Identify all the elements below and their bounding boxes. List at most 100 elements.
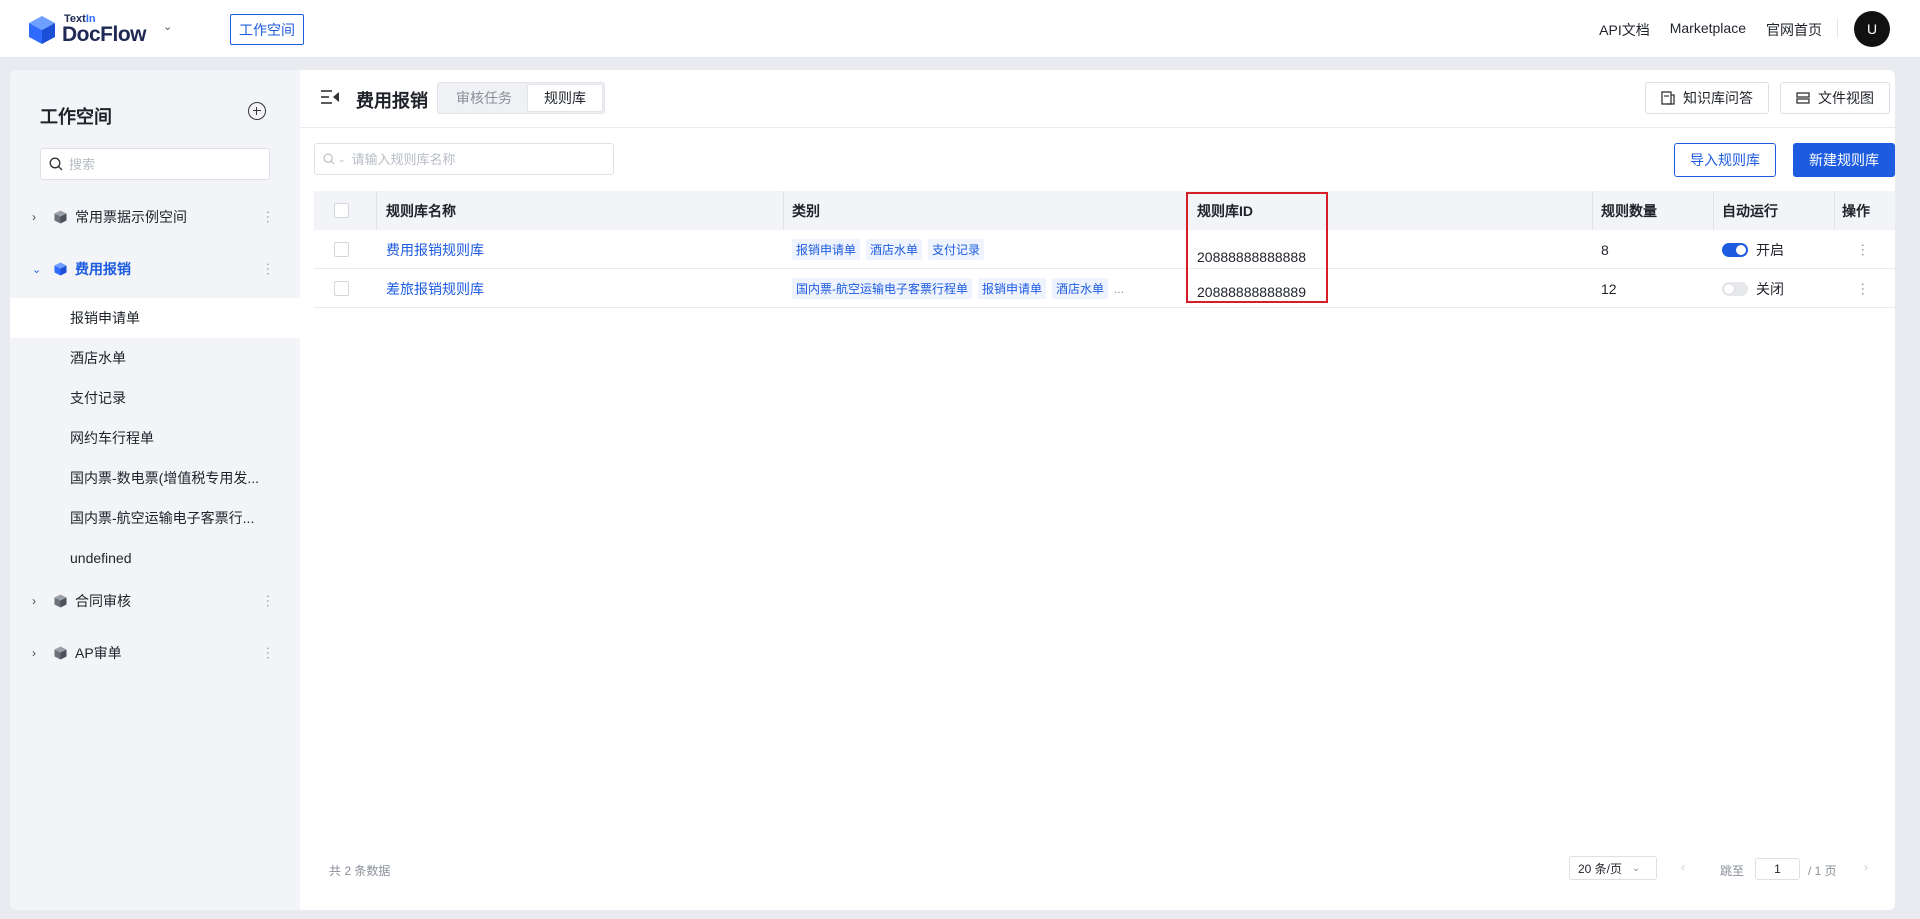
main-panel: 费用报销 审核任务 规则库 知识库问答 文件视图 ⌄ 导入规则库 新建规则库 规… xyxy=(300,70,1895,910)
auto-run-toggle[interactable] xyxy=(1722,242,1748,257)
cube-icon xyxy=(54,262,67,276)
jump-page-input[interactable] xyxy=(1755,858,1800,880)
sidebar-subitem[interactable]: 国内票-航空运输电子客票行... xyxy=(10,498,300,538)
chevron-right-icon[interactable]: › xyxy=(32,210,44,224)
sidebar-subitem[interactable]: 国内票-数电票(增值税专用发... xyxy=(10,458,300,498)
jump-label: 跳至 xyxy=(1720,864,1745,878)
category-tag: 酒店水单 xyxy=(866,239,923,260)
column-separator xyxy=(1592,191,1593,230)
category-tag: 报销申请单 xyxy=(792,239,861,260)
sidebar-title: 工作空间 xyxy=(40,107,112,127)
page-total: / 1 页 xyxy=(1808,864,1837,878)
column-separator xyxy=(376,191,377,230)
tab-rule-library[interactable]: 规则库 xyxy=(528,85,602,111)
kb-qa-button[interactable]: 知识库问答 xyxy=(1645,82,1769,114)
more-categories-ellipsis[interactable]: ... xyxy=(1114,282,1124,296)
table-row[interactable]: 差旅报销规则库 国内票-航空运输电子客票行程单 报销申请单 酒店水单 ... 2… xyxy=(314,269,1895,308)
rule-count: 12 xyxy=(1601,280,1617,297)
chevron-down-icon[interactable]: ⌄ xyxy=(163,20,172,33)
more-vertical-icon[interactable]: ··· xyxy=(1856,243,1872,257)
more-vertical-icon[interactable]: ··· xyxy=(261,262,277,276)
textin-docflow-logo[interactable]: TextIn DocFlow xyxy=(28,12,158,48)
cube-icon xyxy=(54,646,67,660)
more-vertical-icon[interactable]: ··· xyxy=(261,210,277,224)
category-tag: 支付记录 xyxy=(928,239,985,260)
column-header-rule-count[interactable]: 规则数量 xyxy=(1601,191,1657,230)
sidebar-item-label: 费用报销 xyxy=(75,261,131,277)
auto-run-toggle[interactable] xyxy=(1722,281,1748,296)
column-header-category[interactable]: 类别 xyxy=(792,191,820,230)
rule-library-id: 20888888888889 xyxy=(1197,283,1307,300)
row-actions-cell: ··· xyxy=(1856,269,1872,308)
page-size-select[interactable]: 20 条/页 ⌄ xyxy=(1569,856,1657,880)
more-vertical-icon[interactable]: ··· xyxy=(1856,282,1872,296)
new-rule-library-button[interactable]: 新建规则库 xyxy=(1793,143,1895,177)
chevron-right-icon[interactable]: › xyxy=(32,594,44,608)
view-tabs: 审核任务 规则库 xyxy=(437,82,605,114)
collapse-sidebar-icon[interactable] xyxy=(320,88,340,106)
chevron-down-icon[interactable]: ⌄ xyxy=(32,263,44,276)
cube-logo-icon xyxy=(29,16,55,44)
column-header-id[interactable]: 规则库ID xyxy=(1197,191,1253,230)
marketplace-link[interactable]: Marketplace xyxy=(1670,20,1746,40)
auto-run-label: 关闭 xyxy=(1756,280,1784,297)
sidebar-subitem[interactable]: 支付记录 xyxy=(10,378,300,418)
top-links: API文档 Marketplace 官网首页 xyxy=(1599,20,1822,40)
rule-library-search: ⌄ xyxy=(314,143,614,175)
sidebar-search-input[interactable] xyxy=(69,156,249,172)
next-page-icon[interactable]: › xyxy=(1864,860,1868,874)
avatar[interactable]: U xyxy=(1854,11,1890,47)
file-view-icon xyxy=(1796,92,1810,104)
search-icon xyxy=(323,153,335,165)
tab-review-tasks[interactable]: 审核任务 xyxy=(440,85,528,111)
top-bar: TextIn DocFlow ⌄ 工作空间 API文档 Marketplace … xyxy=(0,0,1920,58)
cube-icon xyxy=(54,210,67,224)
sidebar-item-contract[interactable]: › 合同审核 ··· xyxy=(10,581,300,621)
rule-count: 8 xyxy=(1601,241,1609,258)
column-header-auto-run[interactable]: 自动运行 xyxy=(1722,191,1778,230)
column-header-actions: 操作 xyxy=(1842,202,1870,219)
auto-run-label: 开启 xyxy=(1756,241,1784,258)
row-select-cell xyxy=(334,230,349,269)
chevron-down-icon[interactable]: ⌄ xyxy=(338,154,346,165)
sidebar-item-expense[interactable]: ⌄ 费用报销 ··· xyxy=(10,249,300,289)
sidebar-item-ap[interactable]: › AP审单 ··· xyxy=(10,633,300,673)
more-vertical-icon[interactable]: ··· xyxy=(261,594,277,608)
rule-library-name-link[interactable]: 费用报销规则库 xyxy=(386,230,484,269)
row-select-cell xyxy=(334,269,349,308)
sidebar-subitem[interactable]: undefined xyxy=(10,538,300,578)
import-rule-library-button[interactable]: 导入规则库 xyxy=(1674,143,1776,177)
add-workspace-icon[interactable] xyxy=(248,102,266,120)
row-actions-cell: ··· xyxy=(1856,230,1872,269)
more-vertical-icon[interactable]: ··· xyxy=(261,646,277,660)
column-separator xyxy=(1834,191,1835,230)
sidebar-subitem[interactable]: 酒店水单 xyxy=(10,338,300,378)
select-all-checkbox[interactable] xyxy=(334,203,349,218)
api-docs-link[interactable]: API文档 xyxy=(1599,20,1650,40)
column-header-name[interactable]: 规则库名称 xyxy=(386,191,456,230)
row-checkbox[interactable] xyxy=(334,242,349,257)
prev-page-icon[interactable]: ‹ xyxy=(1681,860,1685,874)
homepage-link[interactable]: 官网首页 xyxy=(1766,20,1822,40)
table-row[interactable]: 费用报销规则库 报销申请单 酒店水单 支付记录 20888888888888 8… xyxy=(314,230,1895,269)
category-tags: 报销申请单 酒店水单 支付记录 xyxy=(792,230,985,269)
chevron-right-icon[interactable]: › xyxy=(32,646,44,660)
rule-library-name-link[interactable]: 差旅报销规则库 xyxy=(386,269,484,308)
sidebar-subitem[interactable]: 网约车行程单 xyxy=(10,418,300,458)
total-count: 共 2 条数据 xyxy=(329,864,391,878)
sidebar-subitems: 报销申请单 酒店水单 支付记录 网约车行程单 国内票-数电票(增值税专用发...… xyxy=(10,298,300,578)
sidebar-search xyxy=(40,148,270,180)
rule-library-search-input[interactable] xyxy=(351,151,592,167)
workspace-button[interactable]: 工作空间 xyxy=(230,14,304,45)
category-tags: 国内票-航空运输电子客票行程单 报销申请单 酒店水单 ... xyxy=(792,269,1124,308)
sidebar-item-common-receipts[interactable]: › 常用票据示例空间 ··· xyxy=(10,197,300,237)
search-icon xyxy=(49,157,63,171)
file-view-button[interactable]: 文件视图 xyxy=(1780,82,1890,114)
category-tag: 酒店水单 xyxy=(1052,278,1109,299)
auto-run-cell: 开启 xyxy=(1722,230,1784,269)
sidebar-subitem[interactable]: 报销申请单 xyxy=(10,298,300,338)
kb-qa-label: 知识库问答 xyxy=(1683,90,1753,106)
column-separator xyxy=(783,191,784,230)
select-all-cell xyxy=(334,191,349,230)
row-checkbox[interactable] xyxy=(334,281,349,296)
